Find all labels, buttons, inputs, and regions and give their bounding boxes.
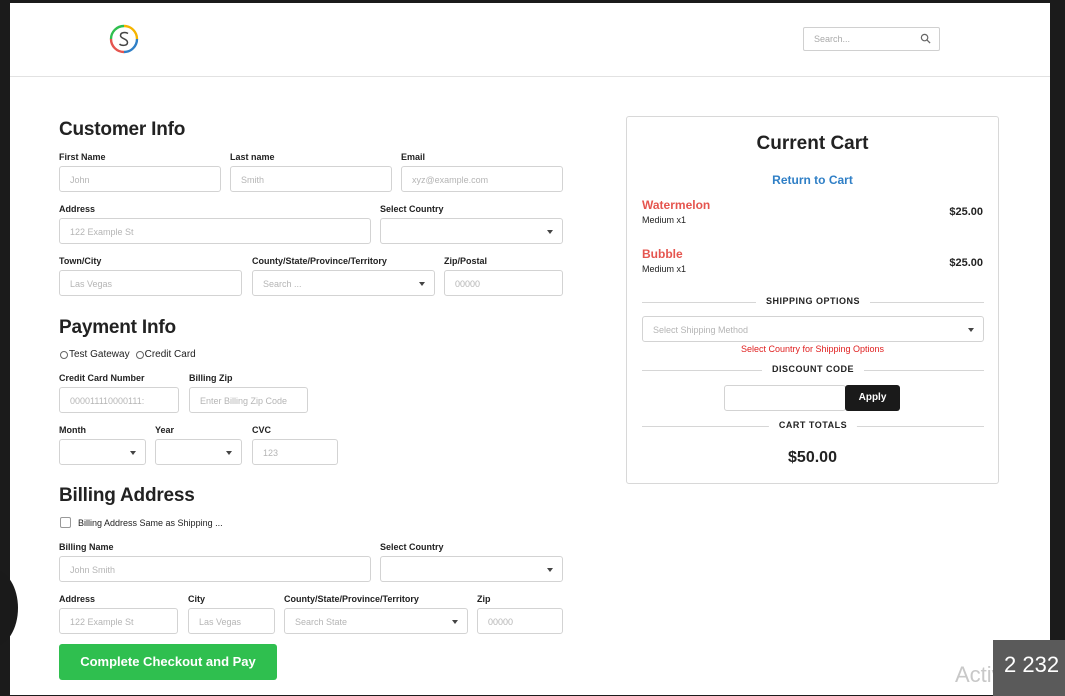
billing-zip-code-input[interactable]: 00000 — [477, 608, 563, 634]
shipping-warning-text: Select Country for Shipping Options — [740, 344, 885, 354]
year-select[interactable] — [155, 439, 242, 465]
cart-item-name[interactable]: Watermelon — [642, 198, 710, 212]
cart-item-name[interactable]: Bubble — [642, 247, 683, 261]
apply-discount-button[interactable]: Apply — [845, 385, 900, 411]
discount-code-heading: DISCOUNT CODE — [761, 364, 865, 374]
return-to-cart-link[interactable]: Return to Cart — [627, 173, 998, 187]
billing-address-heading: Billing Address — [59, 485, 195, 506]
radio-circle-icon[interactable] — [135, 350, 144, 359]
first-name-label: First Name — [59, 152, 106, 162]
city-label: Town/City — [59, 256, 102, 266]
country-select[interactable] — [380, 218, 563, 244]
shipping-options-heading: SHIPPING OPTIONS — [755, 296, 871, 306]
discount-code-divider: DISCOUNT CODE — [642, 364, 984, 376]
month-select[interactable] — [59, 439, 146, 465]
address-input[interactable]: 122 Example St — [59, 218, 371, 244]
shipping-options-divider: SHIPPING OPTIONS — [642, 296, 984, 308]
cvc-label: CVC — [252, 425, 272, 435]
payment-info-heading: Payment Info — [59, 317, 176, 338]
store-logo-icon[interactable] — [108, 23, 140, 55]
checkout-page: Search... Customer Info First Name Last … — [10, 3, 1050, 695]
cvc-input[interactable]: 123 — [252, 439, 338, 465]
credit-card-number-label: Credit Card Number — [59, 373, 145, 383]
billing-country-label: Select Country — [380, 542, 444, 552]
test-gateway-radio[interactable]: Test Gateway — [60, 349, 130, 360]
payment-method-radio-group: Test Gateway Credit Card — [60, 349, 202, 360]
cart-item-price: $25.00 — [949, 206, 983, 218]
same-as-shipping-checkbox[interactable] — [60, 517, 71, 528]
chevron-down-icon — [130, 451, 136, 455]
credit-card-number-input[interactable]: 000011110000111: — [59, 387, 179, 413]
county-select-placeholder: Search ... — [263, 279, 302, 289]
top-navigation-bar: Search... — [10, 3, 1050, 77]
year-label: Year — [155, 425, 175, 435]
billing-state-select[interactable]: Search State — [284, 608, 468, 634]
search-input[interactable]: Search... — [803, 27, 940, 51]
cart-item-variant: Medium x1 — [642, 215, 687, 225]
county-label: County/State/Province/Territory — [252, 256, 387, 266]
last-name-label: Last name — [230, 152, 275, 162]
billing-name-label: Billing Name — [59, 542, 114, 552]
billing-city-input[interactable]: Las Vegas — [188, 608, 275, 634]
billing-zip-label: Billing Zip — [189, 373, 233, 383]
billing-county-label: County/State/Province/Territory — [284, 594, 419, 604]
complete-checkout-button[interactable]: Complete Checkout and Pay — [59, 644, 277, 680]
overlay-badge: 2 232 — [993, 640, 1065, 696]
billing-zip-code-label: Zip — [477, 594, 491, 604]
current-cart-panel: Current Cart Return to Cart Watermelon M… — [626, 116, 999, 484]
shipping-method-placeholder: Select Shipping Method — [653, 325, 749, 335]
cart-totals-heading: CART TOTALS — [768, 420, 858, 430]
chevron-down-icon — [968, 328, 974, 332]
chevron-down-icon — [452, 620, 458, 624]
customer-info-heading: Customer Info — [59, 119, 186, 140]
cart-title: Current Cart — [756, 133, 869, 154]
email-input[interactable]: xyz@example.com — [401, 166, 563, 192]
credit-card-label: Credit Card — [144, 349, 196, 360]
county-select[interactable]: Search ... — [252, 270, 435, 296]
cart-item-price: $25.00 — [949, 257, 983, 269]
search-placeholder: Search... — [814, 34, 851, 44]
chevron-down-icon — [419, 282, 425, 286]
search-icon[interactable] — [920, 33, 931, 44]
email-label: Email — [401, 152, 426, 162]
billing-country-select[interactable] — [380, 556, 563, 582]
last-name-input[interactable]: Smith — [230, 166, 392, 192]
month-label: Month — [59, 425, 86, 435]
shipping-method-select[interactable]: Select Shipping Method — [642, 316, 984, 342]
cart-totals-divider: CART TOTALS — [642, 420, 984, 432]
cart-total-amount: $50.00 — [788, 449, 837, 466]
billing-zip-input[interactable]: Enter Billing Zip Code — [189, 387, 308, 413]
first-name-input[interactable]: John — [59, 166, 221, 192]
billing-state-placeholder: Search State — [295, 617, 348, 627]
credit-card-radio[interactable]: Credit Card — [135, 349, 196, 360]
test-gateway-label: Test Gateway — [69, 349, 130, 360]
address-label: Address — [59, 204, 96, 214]
city-input[interactable]: Las Vegas — [59, 270, 242, 296]
zip-label: Zip/Postal — [444, 256, 488, 266]
same-as-shipping-label: Billing Address Same as Shipping ... — [78, 518, 223, 528]
chevron-down-icon — [547, 230, 553, 234]
billing-city-label: City — [188, 594, 206, 604]
billing-address-input[interactable]: 122 Example St — [59, 608, 178, 634]
discount-code-input[interactable] — [724, 385, 846, 411]
billing-address-label: Address — [59, 594, 96, 604]
zip-input[interactable]: 00000 — [444, 270, 563, 296]
cart-item-variant: Medium x1 — [642, 264, 687, 274]
radio-circle-icon[interactable] — [60, 350, 68, 359]
chevron-down-icon — [226, 451, 232, 455]
country-label: Select Country — [380, 204, 444, 214]
chevron-down-icon — [547, 568, 553, 572]
billing-name-input[interactable]: John Smith — [59, 556, 371, 582]
